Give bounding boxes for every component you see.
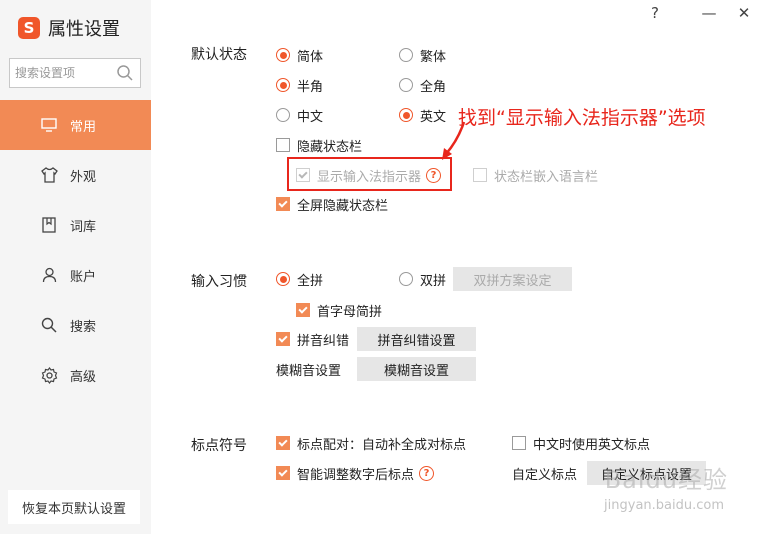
minimize-icon[interactable]: — xyxy=(695,2,723,24)
radio-label: 繁体 xyxy=(420,49,447,65)
checkbox-checked[interactable] xyxy=(276,197,290,211)
checkbox[interactable] xyxy=(276,138,290,152)
checkbox-label: 标点配对：自动补全成对标点 xyxy=(297,437,467,453)
section-label-default-state: 默认状态 xyxy=(191,47,247,63)
radio-full-pinyin[interactable]: 全拼 xyxy=(276,268,323,290)
radio-label: 中文 xyxy=(297,109,324,125)
radio-double-pinyin[interactable]: 双拼 xyxy=(399,268,446,290)
checkbox-label: 智能调整数字后标点 xyxy=(297,467,415,483)
checkbox-punctuation-pairing[interactable]: 标点配对：自动补全成对标点 xyxy=(276,432,466,454)
shirt-icon xyxy=(40,166,58,184)
double-pinyin-settings-button[interactable]: 双拼方案设定 xyxy=(453,267,572,291)
checkbox-checked[interactable] xyxy=(276,466,290,480)
checkbox-smart-adjust[interactable]: 智能调整数字后标点 ? xyxy=(276,462,435,484)
annotation-text: 找到“显示输入法指示器”选项 xyxy=(458,107,706,129)
radio-half-width[interactable]: 半角 xyxy=(276,74,323,96)
close-icon[interactable]: ✕ xyxy=(730,2,758,24)
radio-button[interactable] xyxy=(276,108,290,122)
custom-punctuation-label: 自定义标点 xyxy=(512,467,578,483)
settings-search-input[interactable] xyxy=(15,66,115,80)
sidebar-item-label: 账户 xyxy=(70,269,97,285)
checkbox-initial-abbrev[interactable]: 首字母简拼 xyxy=(296,299,382,321)
checkbox-checked[interactable] xyxy=(276,332,290,346)
radio-label: 半角 xyxy=(297,79,324,95)
watermark-url: jingyan.baidu.com xyxy=(604,498,724,513)
restore-defaults-button[interactable]: 恢复本页默认设置 xyxy=(8,490,140,524)
section-label-input-habit: 输入习惯 xyxy=(191,274,247,290)
radio-button-selected[interactable] xyxy=(276,78,290,92)
sogou-logo-icon: S xyxy=(18,17,40,39)
checkbox-fullscreen-hide[interactable]: 全屏隐藏状态栏 xyxy=(276,193,388,215)
radio-chinese[interactable]: 中文 xyxy=(276,104,323,126)
search-icon xyxy=(40,316,58,334)
sidebar-item-account[interactable]: 账户 xyxy=(0,250,151,300)
checkbox-english-punctuation[interactable]: 中文时使用英文标点 xyxy=(512,432,650,454)
sidebar-item-label: 词库 xyxy=(70,219,97,235)
radio-button[interactable] xyxy=(399,272,413,286)
radio-button-selected[interactable] xyxy=(399,108,413,122)
sidebar-item-label: 高级 xyxy=(70,369,97,385)
radio-label: 全角 xyxy=(420,79,447,95)
book-icon xyxy=(40,216,58,234)
radio-button-selected[interactable] xyxy=(276,272,290,286)
fuzzy-sound-settings-button[interactable]: 模糊音设置 xyxy=(357,357,476,381)
checkbox-status-bar-embed[interactable]: 状态栏嵌入语言栏 xyxy=(473,164,598,186)
radio-button[interactable] xyxy=(399,48,413,62)
app-title: 属性设置 xyxy=(48,19,120,40)
monitor-icon xyxy=(40,116,58,134)
watermark-logo: Baidu经验 xyxy=(604,466,728,494)
checkbox-label: 隐藏状态栏 xyxy=(297,139,363,155)
radio-label: 全拼 xyxy=(297,273,324,289)
sidebar-item-appearance[interactable]: 外观 xyxy=(0,150,151,200)
settings-search-box[interactable] xyxy=(9,58,141,88)
checkbox-label: 拼音纠错 xyxy=(297,333,350,349)
app-logo: S 属性设置 xyxy=(18,15,120,41)
section-label-punctuation: 标点符号 xyxy=(191,438,247,454)
checkbox-label: 中文时使用英文标点 xyxy=(533,437,651,453)
checkbox-checked[interactable] xyxy=(296,303,310,317)
radio-label: 简体 xyxy=(297,49,324,65)
radio-label: 双拼 xyxy=(420,273,447,289)
help-icon[interactable]: ? xyxy=(641,2,669,24)
sidebar-item-lexicon[interactable]: 词库 xyxy=(0,200,151,250)
checkbox-checked[interactable] xyxy=(276,436,290,450)
sidebar-item-label: 外观 xyxy=(70,169,97,185)
sidebar: S 属性设置 常用 外观 词库 xyxy=(0,0,151,534)
sidebar-item-search[interactable]: 搜索 xyxy=(0,300,151,350)
pinyin-correction-settings-button[interactable]: 拼音纠错设置 xyxy=(357,327,476,351)
fuzzy-sound-label: 模糊音设置 xyxy=(276,363,342,379)
question-mark-icon[interactable]: ? xyxy=(419,465,435,481)
radio-full-width[interactable]: 全角 xyxy=(399,74,446,96)
radio-button-selected[interactable] xyxy=(276,48,290,62)
checkbox-label: 首字母简拼 xyxy=(317,304,383,320)
checkbox-label: 全屏隐藏状态栏 xyxy=(297,198,389,214)
checkbox-disabled[interactable] xyxy=(473,168,487,182)
gear-icon xyxy=(40,366,58,384)
sidebar-nav: 常用 外观 词库 账户 搜索 高级 xyxy=(0,100,151,400)
user-icon xyxy=(40,266,58,284)
radio-simplified[interactable]: 简体 xyxy=(276,44,323,66)
annotation-highlight-box xyxy=(287,157,452,191)
checkbox-hide-status-bar[interactable]: 隐藏状态栏 xyxy=(276,134,362,156)
search-icon[interactable] xyxy=(116,64,134,86)
sidebar-item-common[interactable]: 常用 xyxy=(0,100,151,150)
radio-traditional[interactable]: 繁体 xyxy=(399,44,446,66)
checkbox-label: 状态栏嵌入语言栏 xyxy=(494,169,599,185)
checkbox[interactable] xyxy=(512,436,526,450)
radio-button[interactable] xyxy=(399,78,413,92)
sidebar-item-label: 搜索 xyxy=(70,319,97,335)
checkbox-pinyin-correction[interactable]: 拼音纠错 xyxy=(276,328,349,350)
sidebar-item-advanced[interactable]: 高级 xyxy=(0,350,151,400)
sidebar-item-label: 常用 xyxy=(70,119,97,135)
